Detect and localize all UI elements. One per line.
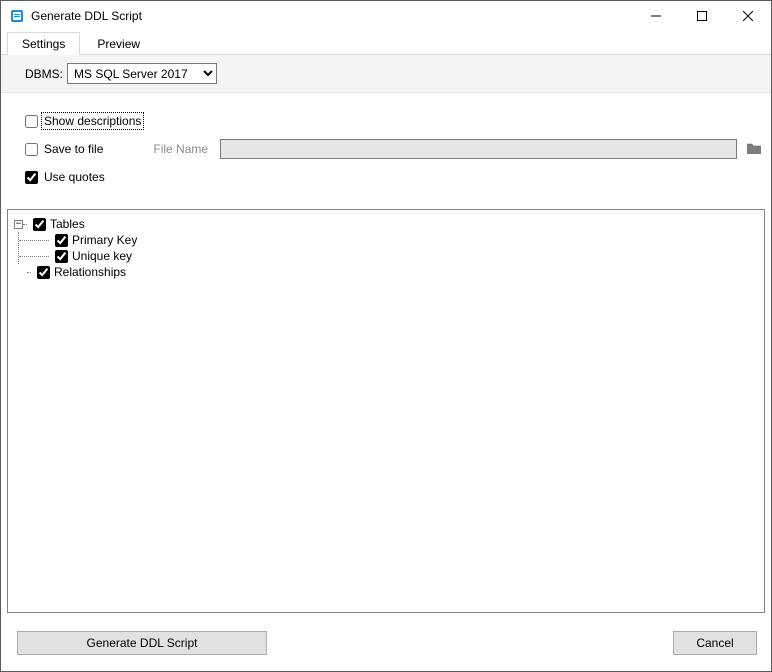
- tab-settings[interactable]: Settings: [7, 32, 80, 55]
- objects-tree-panel: − Tables Primary Key Unique key Relation…: [7, 209, 765, 613]
- relationships-label: Relationships: [54, 264, 126, 280]
- save-to-file-checkbox[interactable]: [25, 143, 38, 156]
- minimize-button[interactable]: [633, 1, 679, 31]
- tree-node-relationships[interactable]: Relationships: [27, 264, 758, 280]
- browse-folder-button[interactable]: [743, 139, 765, 159]
- show-descriptions-checkbox[interactable]: [25, 115, 38, 128]
- relationships-checkbox[interactable]: [37, 266, 50, 279]
- tree-node-tables[interactable]: − Tables: [14, 216, 758, 232]
- maximize-button[interactable]: [679, 1, 725, 31]
- app-icon: [9, 8, 25, 24]
- generate-ddl-button[interactable]: Generate DDL Script: [17, 631, 267, 655]
- tables-label: Tables: [50, 216, 85, 232]
- folder-icon: [746, 141, 762, 158]
- save-to-file-label: Save to file: [42, 141, 105, 157]
- dbms-label: DBMS:: [25, 67, 63, 81]
- tables-checkbox[interactable]: [33, 218, 46, 231]
- primary-key-checkbox[interactable]: [55, 234, 68, 247]
- unique-key-label: Unique key: [72, 248, 132, 264]
- tab-bar: Settings Preview: [1, 31, 771, 55]
- tree-node-unique-key[interactable]: Unique key: [19, 248, 758, 264]
- show-descriptions-label: Show descriptions: [42, 113, 143, 129]
- unique-key-checkbox[interactable]: [55, 250, 68, 263]
- cancel-button[interactable]: Cancel: [673, 631, 757, 655]
- tab-preview[interactable]: Preview: [82, 32, 155, 55]
- close-button[interactable]: [725, 1, 771, 31]
- file-name-label: File Name: [153, 142, 208, 156]
- window-title: Generate DDL Script: [31, 9, 142, 23]
- expander-minus-icon[interactable]: −: [14, 220, 23, 229]
- dbms-select[interactable]: MS SQL Server 2017: [67, 63, 217, 84]
- tree-node-primary-key[interactable]: Primary Key: [19, 232, 758, 248]
- file-name-input[interactable]: [220, 139, 737, 159]
- primary-key-label: Primary Key: [72, 232, 137, 248]
- use-quotes-label: Use quotes: [42, 169, 107, 185]
- use-quotes-checkbox[interactable]: [25, 171, 38, 184]
